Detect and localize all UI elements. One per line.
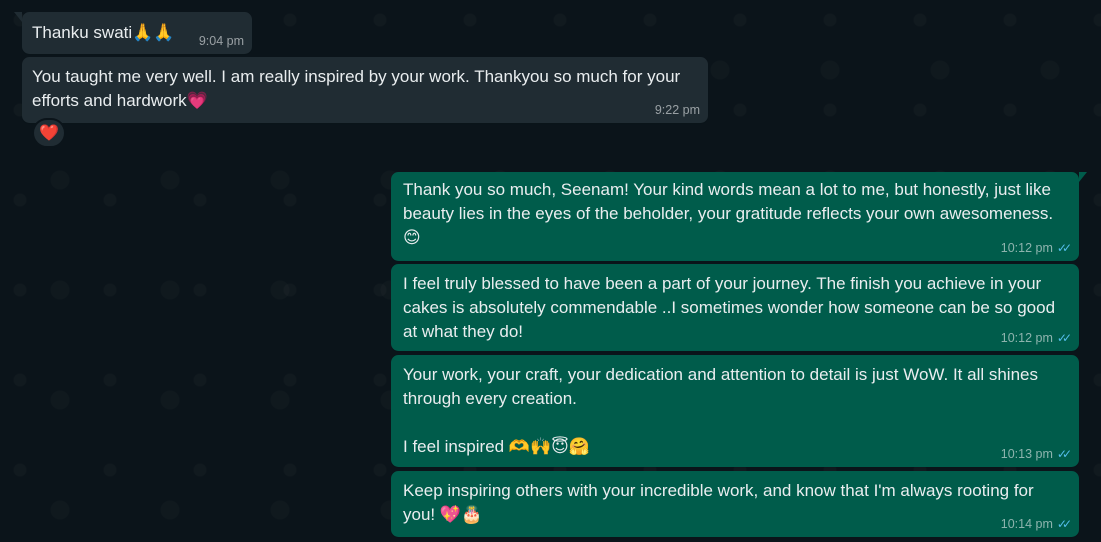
message-timestamp: 10:13 pm xyxy=(1000,447,1053,461)
message-timestamp: 9:04 pm xyxy=(198,34,244,48)
message-text: Your work, your craft, your dedication a… xyxy=(403,365,1038,456)
double-check-icon: ✓✓ xyxy=(1056,517,1072,531)
message-text: Keep inspiring others with your incredib… xyxy=(403,481,1039,524)
bubble-tail xyxy=(14,12,22,22)
message-bubble-outgoing[interactable]: Your work, your craft, your dedication a… xyxy=(391,355,1079,467)
message-meta: 10:14 pm ✓✓ xyxy=(1000,517,1072,532)
message-text: Thanku swati🙏🙏 xyxy=(32,23,175,42)
message-meta: 10:12 pm ✓✓ xyxy=(1000,331,1072,346)
message-reaction[interactable]: ❤️ xyxy=(32,118,66,148)
double-check-icon: ✓✓ xyxy=(1056,241,1072,255)
message-text: You taught me very well. I am really ins… xyxy=(32,67,685,110)
message-timestamp: 10:12 pm xyxy=(1000,331,1053,345)
message-meta: 10:13 pm ✓✓ xyxy=(1000,447,1072,462)
message-meta: 10:12 pm ✓✓ xyxy=(1000,241,1072,256)
message-timestamp: 9:22 pm xyxy=(654,103,700,117)
message-bubble-incoming[interactable]: Thanku swati🙏🙏 9:04 pm xyxy=(22,12,252,54)
message-meta: 9:22 pm xyxy=(655,103,700,118)
message-bubble-outgoing[interactable]: Thank you so much, Seenam! Your kind wor… xyxy=(391,172,1079,261)
bubble-tail xyxy=(1079,172,1087,182)
message-timestamp: 10:14 pm xyxy=(1000,517,1053,531)
double-check-icon: ✓✓ xyxy=(1056,331,1072,345)
chat-conversation-panel: Thanku swati🙏🙏 9:04 pm You taught me ver… xyxy=(0,0,1101,542)
heart-reaction-icon: ❤️ xyxy=(39,125,59,142)
message-meta: 9:04 pm xyxy=(199,34,244,49)
message-text: Thank you so much, Seenam! Your kind wor… xyxy=(403,180,1058,247)
message-bubble-outgoing[interactable]: Keep inspiring others with your incredib… xyxy=(391,471,1079,537)
double-check-icon: ✓✓ xyxy=(1056,447,1072,461)
message-bubble-incoming[interactable]: You taught me very well. I am really ins… xyxy=(22,57,708,123)
message-timestamp: 10:12 pm xyxy=(1000,241,1053,255)
message-bubble-outgoing[interactable]: I feel truly blessed to have been a part… xyxy=(391,264,1079,351)
message-text: I feel truly blessed to have been a part… xyxy=(403,274,1060,341)
